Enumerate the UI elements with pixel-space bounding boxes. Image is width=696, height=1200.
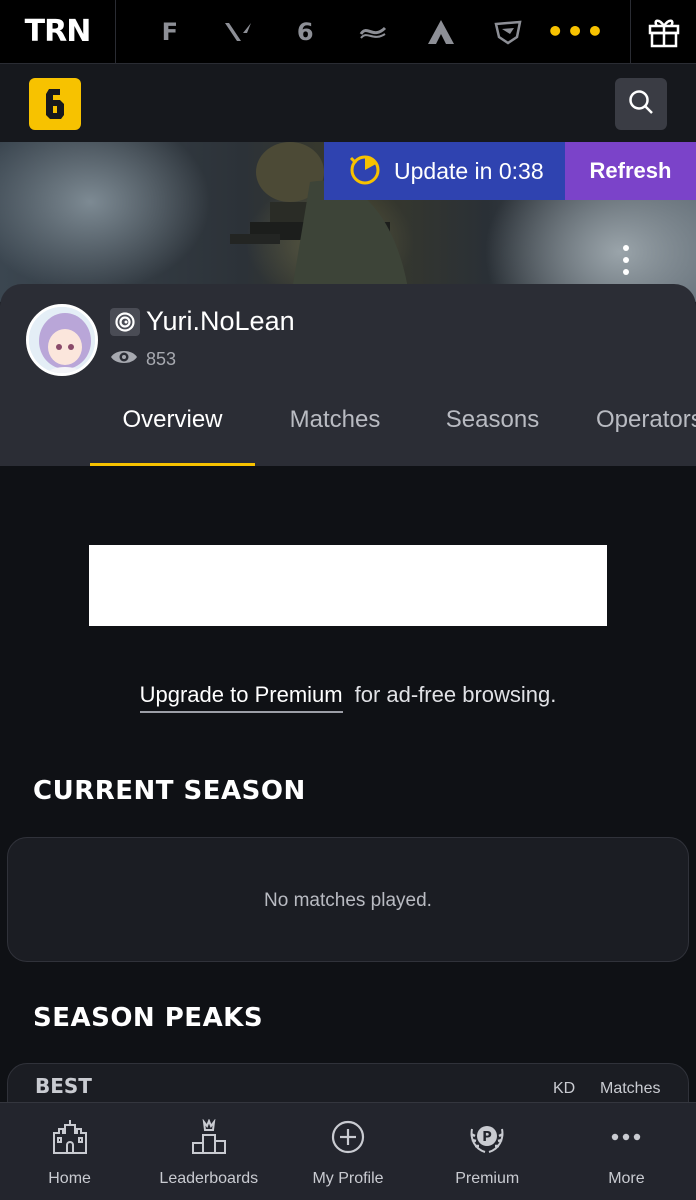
search-button[interactable] bbox=[615, 78, 667, 130]
tab-operators[interactable]: Operators bbox=[570, 394, 696, 466]
nav-home-label: Home bbox=[48, 1170, 91, 1187]
tab-overview[interactable]: Overview bbox=[90, 394, 255, 466]
rainbow-six-icon[interactable]: 6 bbox=[288, 15, 322, 49]
nav-leaderboards-label: Leaderboards bbox=[159, 1170, 259, 1187]
add-circle-icon bbox=[330, 1119, 366, 1160]
game-list: F 6 ••• bbox=[116, 0, 630, 64]
game-switcher-bar: TRN F 6 ••• bbox=[0, 0, 696, 64]
current-season-heading: CURRENT SEASON bbox=[33, 776, 306, 806]
bottom-navigation: Home Leaderboards My Profile P Premium M… bbox=[0, 1102, 696, 1200]
ubisoft-icon bbox=[110, 308, 140, 336]
nav-more-label: More bbox=[608, 1170, 645, 1187]
refresh-button[interactable]: Refresh bbox=[565, 142, 696, 200]
rainbow-six-logo[interactable] bbox=[29, 78, 81, 130]
valorant-icon[interactable] bbox=[221, 15, 255, 49]
nav-premium-label: Premium bbox=[455, 1170, 520, 1187]
premium-upsell: Upgrade to Premium for ad-free browsing. bbox=[0, 682, 696, 713]
season-peaks-heading: SEASON PEAKS bbox=[33, 1003, 264, 1033]
premium-laurel-icon: P bbox=[467, 1119, 507, 1160]
no-matches-text: No matches played. bbox=[264, 890, 432, 911]
rocket-league-icon[interactable] bbox=[491, 15, 525, 49]
nav-premium[interactable]: P Premium bbox=[418, 1103, 557, 1200]
update-countdown: Update in 0:38 bbox=[324, 142, 565, 200]
site-header bbox=[0, 64, 696, 142]
nav-leaderboards[interactable]: Leaderboards bbox=[139, 1103, 278, 1200]
timer-icon bbox=[348, 152, 382, 191]
podium-icon bbox=[190, 1118, 228, 1160]
nav-my-profile-label: My Profile bbox=[312, 1170, 384, 1187]
more-games-icon[interactable]: ••• bbox=[546, 15, 604, 49]
svg-text:P: P bbox=[482, 1130, 492, 1145]
halo-icon[interactable] bbox=[356, 15, 390, 49]
upsell-text: for ad-free browsing. bbox=[354, 682, 557, 707]
avatar bbox=[26, 304, 98, 376]
tab-matches[interactable]: Matches bbox=[255, 394, 415, 466]
column-matches: Matches bbox=[600, 1080, 661, 1097]
view-count: 853 bbox=[110, 348, 176, 371]
profile-tabs: Overview Matches Seasons Operators bbox=[90, 394, 696, 466]
tab-seasons[interactable]: Seasons bbox=[415, 394, 570, 466]
column-kd: KD bbox=[553, 1080, 576, 1097]
peaks-best-label: BEST bbox=[35, 1074, 92, 1098]
profile-card: Yuri.NoLean 853 Overview Matches Seasons… bbox=[0, 284, 696, 466]
current-season-card: No matches played. bbox=[7, 837, 689, 962]
fortnite-icon[interactable]: F bbox=[153, 15, 187, 49]
castle-icon bbox=[51, 1119, 89, 1160]
trn-logo[interactable]: TRN bbox=[0, 0, 116, 64]
apex-legends-icon[interactable] bbox=[424, 15, 458, 49]
nav-home[interactable]: Home bbox=[0, 1103, 139, 1200]
eye-icon bbox=[110, 348, 138, 371]
search-icon bbox=[627, 88, 655, 121]
more-dots-icon bbox=[608, 1119, 644, 1160]
kebab-menu-icon[interactable] bbox=[620, 245, 632, 275]
nav-my-profile[interactable]: My Profile bbox=[278, 1103, 417, 1200]
view-count-value: 853 bbox=[146, 349, 177, 369]
upgrade-premium-link[interactable]: Upgrade to Premium bbox=[139, 682, 343, 713]
ad-placeholder bbox=[89, 545, 607, 626]
nav-more[interactable]: More bbox=[557, 1103, 696, 1200]
gift-icon[interactable] bbox=[630, 0, 696, 64]
profile-banner: Update in 0:38 Refresh bbox=[0, 142, 696, 302]
username: Yuri.NoLean bbox=[146, 306, 295, 336]
update-text: Update in 0:38 bbox=[394, 157, 544, 184]
